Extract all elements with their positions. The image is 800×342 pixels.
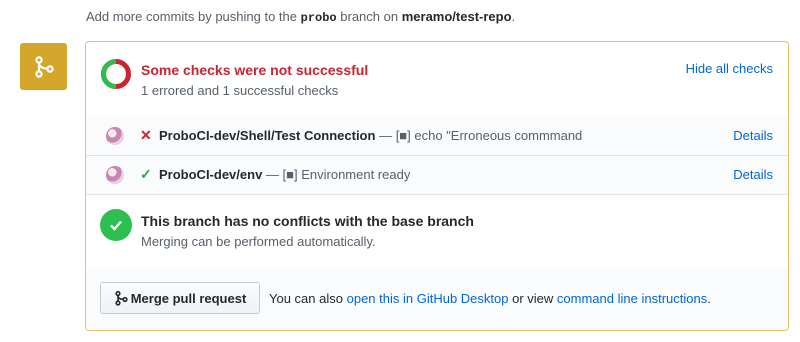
open-in-desktop-link[interactable]: open this in GitHub Desktop <box>347 291 509 306</box>
merge-pull-request-button[interactable]: Merge pull request <box>100 282 260 314</box>
push-hint: Add more commits by pushing to the probo… <box>86 9 515 25</box>
conflict-status: This branch has no conflicts with the ba… <box>86 195 788 268</box>
push-hint-middle: branch on <box>340 9 399 24</box>
checks-summary-title: Some checks were not successful <box>141 62 369 78</box>
command-line-instructions-link[interactable]: command line instructions <box>557 291 707 306</box>
push-hint-suffix: . <box>511 9 516 24</box>
check-details-link[interactable]: Details <box>733 128 773 143</box>
checks-status-ring-icon <box>101 59 131 89</box>
check-circle-icon <box>100 209 132 241</box>
check-row: ✓ ProboCI-dev/env — [■] Environment read… <box>86 156 788 195</box>
push-hint-prefix: Add more commits by pushing to the <box>86 9 297 24</box>
check-description: — [■] echo "Erroneous commmand <box>379 128 583 143</box>
avatar <box>106 127 124 145</box>
check-name: ProboCI-dev/env <box>159 167 263 182</box>
git-merge-icon <box>20 43 67 90</box>
check-row: ✕ ProboCI-dev/Shell/Test Connection — [■… <box>86 117 788 156</box>
merge-alternatives: You can also open this in GitHub Desktop… <box>269 291 711 306</box>
check-description: — [■] Environment ready <box>265 167 411 182</box>
merge-button-label: Merge pull request <box>130 290 247 306</box>
merge-panel: Some checks were not successful 1 errore… <box>85 41 789 331</box>
avatar <box>106 166 124 184</box>
conflict-subtitle: Merging can be performed automatically. <box>141 234 376 249</box>
error-icon: ✕ <box>140 127 152 143</box>
check-name: ProboCI-dev/Shell/Test Connection <box>159 128 376 143</box>
checks-summary: Some checks were not successful 1 errore… <box>86 42 788 118</box>
conflict-title: This branch has no conflicts with the ba… <box>141 213 474 229</box>
checks-summary-subtitle: 1 errored and 1 successful checks <box>141 83 339 98</box>
git-merge-icon <box>115 290 128 306</box>
hide-all-checks-link[interactable]: Hide all checks <box>686 61 773 76</box>
branch-name: probo <box>300 11 337 25</box>
check-details-link[interactable]: Details <box>733 167 773 182</box>
merge-actions: Merge pull request You can also open thi… <box>86 267 788 330</box>
check-icon: ✓ <box>140 166 152 182</box>
repo-name: meramo/test-repo <box>401 9 512 24</box>
